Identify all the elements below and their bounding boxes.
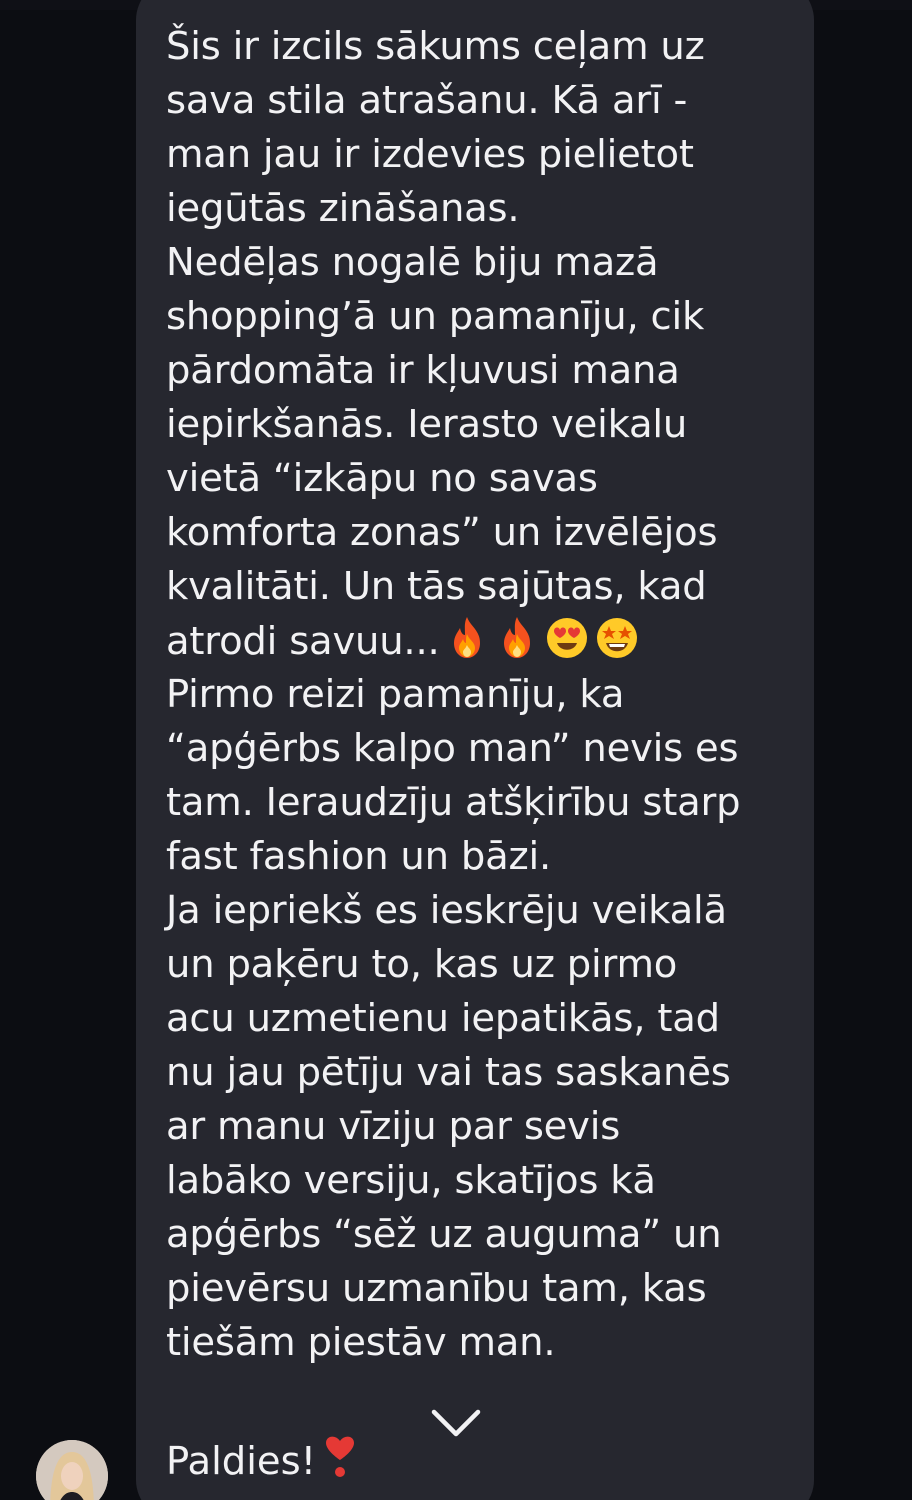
star-struck-emoji	[594, 614, 640, 675]
message-text: Šis ir izcils sākums ceļam uz sava stila…	[166, 20, 786, 1370]
message-line: labāko versiju, skatījos kā	[166, 1158, 656, 1203]
heart-exclamation-emoji	[320, 1432, 360, 1495]
reply-message[interactable]: Paldies!	[166, 1432, 360, 1495]
message-line: kvalitāti. Un tās sajūtas, kad	[166, 564, 707, 609]
message-line: iepirkšanās. Ierasto veikalu	[166, 402, 688, 447]
heart-eyes-emoji	[544, 614, 590, 675]
avatar[interactable]	[36, 1440, 108, 1500]
message-line: acu uzmetienu iepatikās, tad	[166, 996, 720, 1041]
message-line-with-emojis: atrodi savuu...	[166, 614, 786, 668]
profile-photo	[36, 1440, 108, 1500]
message-line: vietā “izkāpu no savas	[166, 456, 598, 501]
message-line: tiešām piestāv man.	[166, 1320, 556, 1365]
message-line: Pirmo reizi pamanīju, ka	[166, 672, 625, 717]
message-line: Ja iepriekš es ieskrēju veikalā	[166, 888, 727, 933]
message-line: atrodi savuu...	[166, 619, 440, 664]
message-line: iegūtās zināšanas.	[166, 186, 520, 231]
message-line: man jau ir izdevies pielietot	[166, 132, 694, 177]
reply-text: Paldies!	[166, 1439, 317, 1484]
message-line: un paķēru to, kas uz pirmo	[166, 942, 678, 987]
message-line: “apģērbs kalpo man” nevis es	[166, 726, 739, 771]
message-line: sava stila atrašanu. Kā arī -	[166, 78, 688, 123]
fire-emoji	[444, 614, 490, 675]
message-line: apģērbs “sēž uz auguma” un	[166, 1212, 722, 1257]
message-line: komforta zonas” un izvēlējos	[166, 510, 718, 555]
message-line: fast fashion un bāzi.	[166, 834, 552, 879]
message-line: ar manu vīziju par sevis	[166, 1104, 621, 1149]
message-line: pārdomāta ir kļuvusi mana	[166, 348, 680, 393]
message-line: Šis ir izcils sākums ceļam uz	[166, 24, 705, 69]
message-line: pievērsu uzmanību tam, kas	[166, 1266, 707, 1311]
chevron-down-icon	[431, 1409, 481, 1437]
message-line: tam. Ieraudzīju atšķirību starp	[166, 780, 741, 825]
message-line: Nedēļas nogalē biju mazā	[166, 240, 659, 285]
message-line: shopping’ā un pamanīju, cik	[166, 294, 705, 339]
scroll-down-button[interactable]	[428, 1406, 484, 1442]
fire-emoji	[494, 614, 540, 675]
message-line: nu jau pētīju vai tas saskanēs	[166, 1050, 731, 1095]
